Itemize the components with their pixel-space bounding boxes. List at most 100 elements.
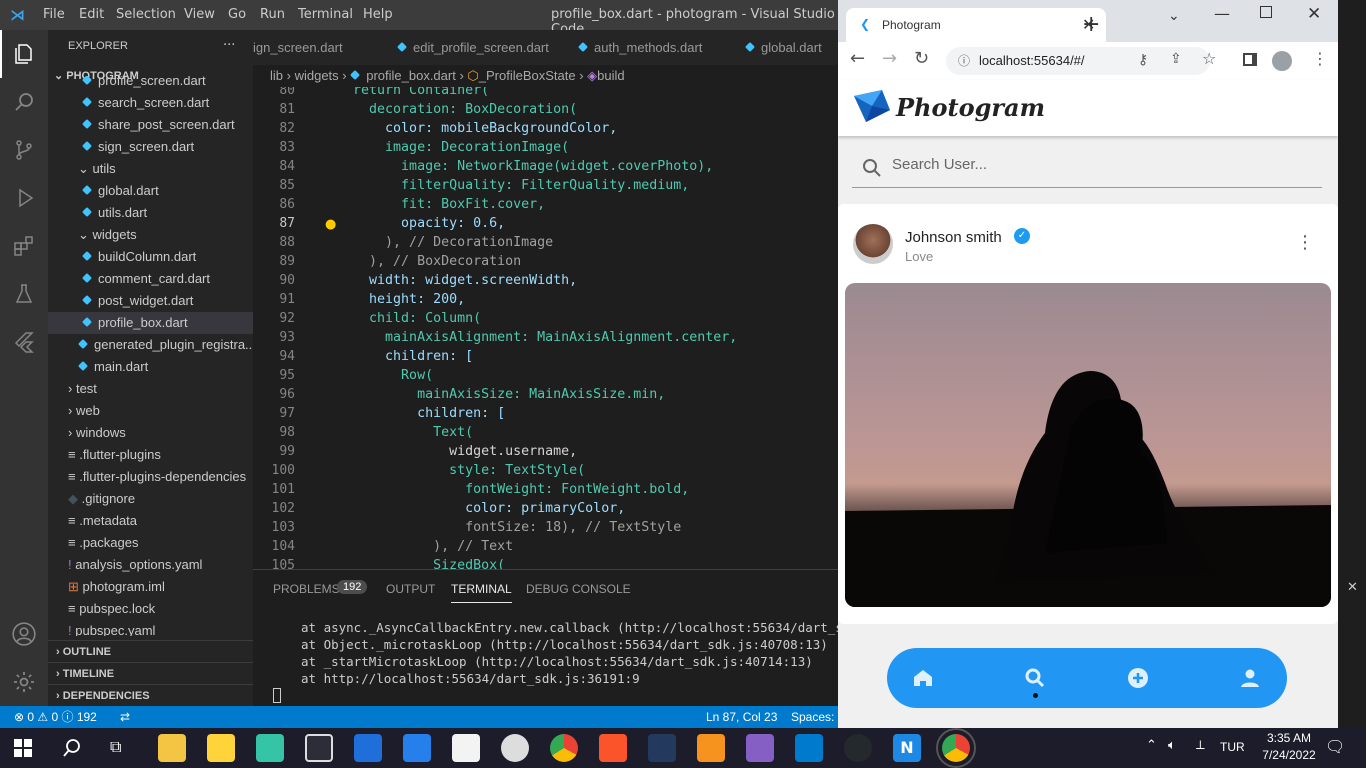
- tab-edit-profile-screen[interactable]: edit_profile_screen.dart: [381, 30, 566, 65]
- live-share-icon[interactable]: ⇄: [120, 706, 130, 728]
- breadcrumb-class[interactable]: _ProfileBoxState: [479, 68, 576, 83]
- github-desktop-icon[interactable]: [844, 734, 872, 762]
- android-app-icon[interactable]: [256, 734, 284, 762]
- accounts-icon[interactable]: [0, 610, 48, 658]
- add-post-icon[interactable]: [1126, 666, 1150, 690]
- search-nav-icon[interactable]: [1023, 666, 1047, 690]
- side-panel-icon[interactable]: [1243, 53, 1257, 66]
- menu-file[interactable]: File: [43, 7, 65, 22]
- tree-item[interactable]: search_screen.dart: [48, 92, 253, 114]
- windows-start-icon[interactable]: [14, 739, 32, 757]
- tree-item[interactable]: profile_box.dart: [48, 312, 253, 334]
- post-username[interactable]: Johnson smith: [905, 229, 1002, 246]
- task-view-icon[interactable]: ⧉: [110, 737, 121, 757]
- indentation-status[interactable]: Spaces: 2: [791, 706, 844, 728]
- post-image[interactable]: [845, 283, 1331, 607]
- menu-selection[interactable]: Selection: [116, 7, 176, 22]
- chrome-taskbar-icon[interactable]: [550, 734, 578, 762]
- tree-item[interactable]: ≡ .metadata: [48, 510, 253, 532]
- tree-item[interactable]: ! pubspec.yaml: [48, 620, 253, 636]
- menu-terminal[interactable]: Terminal: [298, 7, 353, 22]
- tree-item[interactable]: post_widget.dart: [48, 290, 253, 312]
- sublime-icon[interactable]: [697, 734, 725, 762]
- tree-item[interactable]: utils.dart: [48, 202, 253, 224]
- tree-item[interactable]: profile_screen.dart: [48, 76, 253, 92]
- run-debug-icon[interactable]: [0, 174, 48, 222]
- settings-gear-icon[interactable]: [0, 658, 48, 706]
- tree-item[interactable]: ⌄ widgets: [48, 224, 253, 246]
- reload-icon[interactable]: ↻: [914, 48, 929, 69]
- share-icon[interactable]: ⇪: [1170, 51, 1182, 67]
- extensions-icon[interactable]: [0, 222, 48, 270]
- network-icon[interactable]: ⟂: [1196, 738, 1205, 753]
- tab-auth-methods[interactable]: auth_methods.dart: [566, 30, 731, 65]
- tree-item[interactable]: ! analysis_options.yaml: [48, 554, 253, 576]
- app-store-icon[interactable]: [354, 734, 382, 762]
- forward-icon[interactable]: →: [882, 48, 897, 69]
- minimize-icon[interactable]: —: [1214, 4, 1230, 23]
- tab-problems[interactable]: PROBLEMS: [273, 582, 340, 596]
- new-tab-icon[interactable]: +: [1082, 12, 1100, 37]
- menu-help[interactable]: Help: [363, 7, 393, 22]
- menu-go[interactable]: Go: [228, 7, 246, 22]
- breadcrumb-widgets[interactable]: widgets: [295, 68, 339, 83]
- tab-global[interactable]: global.dart: [731, 30, 838, 65]
- tree-item[interactable]: comment_card.dart: [48, 268, 253, 290]
- clock-time[interactable]: 3:35 AM: [1258, 731, 1320, 745]
- tree-item[interactable]: ≡ pubspec.lock: [48, 598, 253, 620]
- sticky-notes-icon[interactable]: [207, 734, 235, 762]
- code-editor[interactable]: 80 return Container(81 decoration: BoxDe…: [253, 87, 838, 569]
- profile-nav-icon[interactable]: [1238, 666, 1262, 690]
- close-window-icon[interactable]: ✕: [1307, 4, 1321, 24]
- mail-icon[interactable]: [403, 734, 431, 762]
- tree-item[interactable]: global.dart: [48, 180, 253, 202]
- ms-store-icon[interactable]: [452, 734, 480, 762]
- timeline-section[interactable]: › TIMELINE: [48, 662, 253, 684]
- tab-search-icon[interactable]: ⌄: [1168, 8, 1180, 24]
- tab-debug-console[interactable]: DEBUG CONSOLE: [526, 582, 631, 596]
- problems-status[interactable]: ⊗ 0 ⚠ 0 ⓘ 192: [14, 706, 97, 728]
- tree-item[interactable]: › web: [48, 400, 253, 422]
- testing-icon[interactable]: [0, 270, 48, 318]
- maximize-icon[interactable]: [1260, 6, 1272, 18]
- close-panel-icon[interactable]: ✕: [1347, 580, 1358, 595]
- tree-item[interactable]: main.dart: [48, 356, 253, 378]
- avatar[interactable]: [853, 224, 893, 264]
- outline-section[interactable]: › OUTLINE: [48, 640, 253, 662]
- taskbar-search-icon[interactable]: [62, 738, 82, 758]
- chrome-menu-icon[interactable]: ⋮: [1312, 49, 1328, 68]
- brave-icon[interactable]: [599, 734, 627, 762]
- search-user-field[interactable]: Search User...: [852, 148, 1322, 188]
- breadcrumb-lib[interactable]: lib: [270, 68, 283, 83]
- breadcrumb-method[interactable]: build: [597, 68, 624, 83]
- flutter-icon[interactable]: [0, 318, 48, 366]
- tree-item[interactable]: sign_screen.dart: [48, 136, 253, 158]
- tree-item[interactable]: buildColumn.dart: [48, 246, 253, 268]
- source-control-icon[interactable]: [0, 126, 48, 174]
- tree-item[interactable]: ◆ .gitignore: [48, 488, 253, 510]
- notifications-icon[interactable]: 🗨︎: [1325, 737, 1345, 756]
- tree-item[interactable]: › test: [48, 378, 253, 400]
- bookmark-star-icon[interactable]: ☆: [1202, 49, 1216, 68]
- n-app-icon[interactable]: N: [893, 734, 921, 762]
- key-icon[interactable]: ⚷: [1138, 52, 1148, 68]
- tree-item[interactable]: ≡ .flutter-plugins-dependencies: [48, 466, 253, 488]
- obs-icon[interactable]: [501, 734, 529, 762]
- home-icon[interactable]: [911, 666, 935, 690]
- tree-item[interactable]: generated_plugin_registra...: [48, 334, 253, 356]
- menu-view[interactable]: View: [184, 7, 215, 22]
- chrome-active-icon[interactable]: [936, 728, 976, 768]
- tab-sign-screen[interactable]: ign_screen.dart: [253, 30, 381, 65]
- tab-output[interactable]: OUTPUT: [386, 582, 435, 596]
- 3d-viewer-icon[interactable]: [305, 734, 333, 762]
- explorer-more-icon[interactable]: ···: [223, 38, 235, 53]
- menu-edit[interactable]: Edit: [79, 7, 104, 22]
- visual-studio-icon[interactable]: [746, 734, 774, 762]
- tray-chevron-icon[interactable]: ⌃: [1146, 738, 1157, 753]
- tree-item[interactable]: share_post_screen.dart: [48, 114, 253, 136]
- tab-terminal[interactable]: TERMINAL: [451, 582, 512, 603]
- cursor-position[interactable]: Ln 87, Col 23: [706, 706, 777, 728]
- post-menu-icon[interactable]: ⋮: [1296, 232, 1314, 253]
- tree-item[interactable]: ⌄ utils: [48, 158, 253, 180]
- browser-tab[interactable]: ❮ Photogram ✕: [846, 8, 1106, 42]
